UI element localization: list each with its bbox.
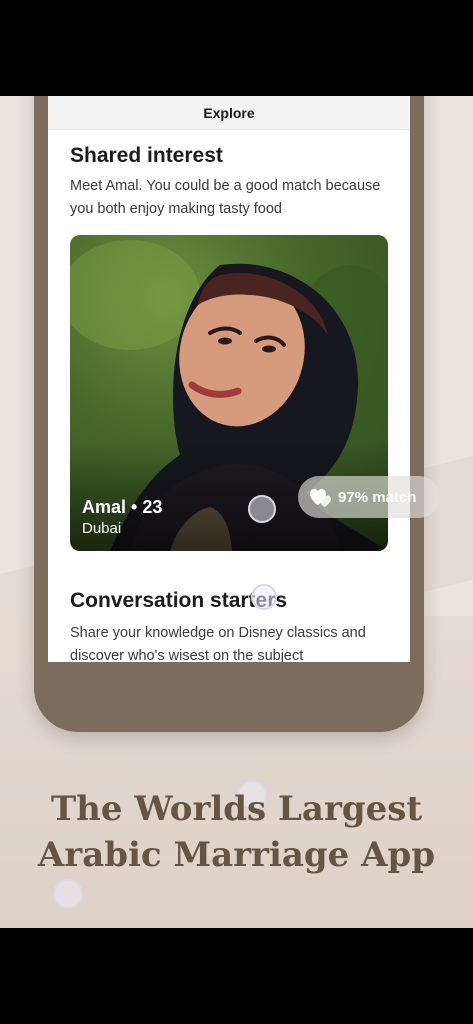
bottom-black-bar <box>0 928 473 1024</box>
profile-name-age: Amal • 23 <box>82 497 163 517</box>
match-percentage: 97% match <box>338 488 417 506</box>
conversation-starters-description: Share your knowledge on Disney classics … <box>70 625 366 662</box>
touch-indicator <box>248 495 276 523</box>
touch-indicator <box>251 584 277 610</box>
phone-screen: Explore Shared interest Meet Amal. You c… <box>48 96 410 662</box>
profile-city: Dubai <box>82 520 122 537</box>
tagline-line-1: The Worlds Largest <box>50 789 423 829</box>
tagline: The Worlds Largest Arabic Marriage App <box>0 786 473 878</box>
promo-stage: Explore Shared interest Meet Amal. You c… <box>0 96 473 928</box>
tagline-line-2: Arabic Marriage App <box>37 835 436 875</box>
touch-indicator <box>53 879 83 909</box>
hearts-icon <box>310 489 331 507</box>
shared-interest-description: Meet Amal. You could be a good match bec… <box>70 178 381 217</box>
shared-interest-title: Shared interest <box>70 144 223 167</box>
page-title: Explore <box>203 104 255 121</box>
explore-header: Explore <box>48 96 410 130</box>
phone-mockup: Explore Shared interest Meet Amal. You c… <box>34 96 424 732</box>
match-badge: 97% match <box>298 476 440 518</box>
top-black-bar <box>0 0 473 96</box>
